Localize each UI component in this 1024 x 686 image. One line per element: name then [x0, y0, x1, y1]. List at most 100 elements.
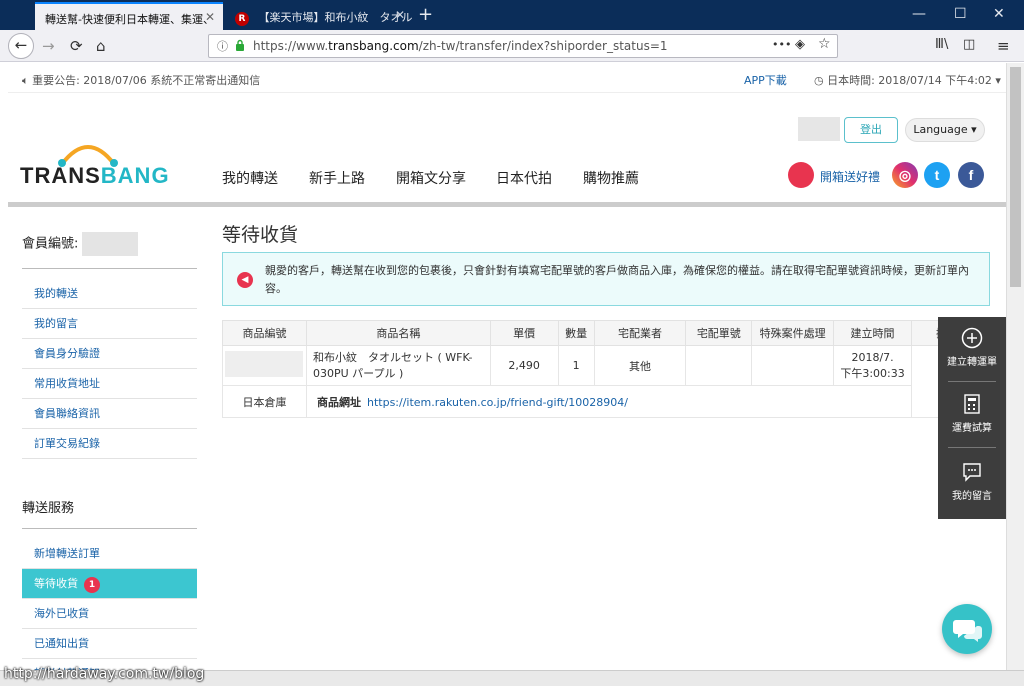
product-name-cell: 和布小紋 タオルセット ( WFK-030PU パープル ) — [305, 345, 491, 386]
nav-unboxing[interactable]: 開箱文分享 — [396, 168, 466, 188]
browser-tab-rakuten[interactable]: R 【楽天市場】和布小紋 タオル‌セ ✕ — [225, 2, 413, 30]
member-id-redacted — [82, 232, 139, 256]
sidebar-item-addresses[interactable]: 常用收貨地址 — [22, 369, 197, 399]
close-tab-icon[interactable]: ✕ — [395, 8, 405, 22]
sidebar-item-received[interactable]: 海外已收貨 — [22, 599, 197, 629]
chat-button[interactable] — [942, 604, 992, 654]
my-messages-label: 我的留言 — [952, 491, 992, 502]
nav-shopping[interactable]: 購物推薦 — [583, 168, 639, 188]
notice-text: 親愛的客戶，轉送幫在收到您的包裹後，只會針對有填寫宅配單號的客戶做商品入庫，為確… — [265, 264, 969, 295]
announcement-bar: 🔈︎ 重要公告: 2018/07/06 系統不正常寄出通知信 APP下載 ◷ 日… — [8, 63, 1006, 93]
url-text: https://www.transbang.com/zh-tw/transfer… — [253, 39, 668, 53]
clock-icon: ◷ — [814, 74, 824, 87]
created-time: 下午3:00:33 — [840, 366, 905, 380]
sidebar-item-contact-info[interactable]: 會員聯絡資訊 — [22, 399, 197, 429]
sidebar-item-new-order[interactable]: 新增轉送訂單 — [22, 539, 197, 569]
nav-beginner[interactable]: 新手上路 — [309, 168, 365, 188]
speaker-icon: ◀ — [237, 272, 253, 288]
close-tab-icon[interactable]: ✕ — [205, 10, 215, 24]
browser-tab-transbang[interactable]: 轉送幫-快速便利日本轉運、集運、 ✕ — [35, 2, 223, 30]
product-image-placeholder — [225, 351, 304, 377]
sidebar-item-awaiting[interactable]: 等待收貨 1 — [22, 569, 197, 599]
sidebar-item-shipped[interactable]: 已通知出貨 — [22, 629, 197, 659]
arrow-left-icon: ← — [14, 36, 28, 54]
logout-button[interactable]: 登出 — [844, 117, 898, 143]
shipping-calc-label: 運費試算 — [952, 423, 992, 434]
col-header: 數量 — [557, 320, 595, 346]
special-cell — [751, 345, 835, 386]
table-row: 和布小紋 タオルセット ( WFK-030PU パープル ) 2,490 1 其… — [222, 345, 990, 418]
reload-button[interactable]: ⟳ — [70, 37, 83, 55]
calculator-icon — [964, 394, 980, 414]
back-button[interactable]: ← — [8, 33, 34, 59]
product-image-cell — [222, 345, 307, 386]
instagram-icon[interactable]: ◎ — [892, 162, 918, 188]
sidebar-toggle-icon[interactable]: ◫ — [963, 37, 975, 52]
col-header: 特殊案件處理 — [751, 320, 835, 346]
maximize-button[interactable]: ☐ — [954, 6, 967, 22]
gift-icon[interactable] — [788, 162, 814, 188]
sidebar-item-transactions[interactable]: 訂單交易紀錄 — [22, 429, 197, 459]
site-header: TRANSBANG 我的轉送 新手上路 開箱文分享 日本代拍 購物推薦 登出 L… — [8, 93, 1006, 203]
gift-link[interactable]: 開箱送好禮 — [820, 168, 880, 185]
sidebar-item-messages[interactable]: 我的留言 — [22, 309, 197, 339]
member-id-heading: 會員編號: — [22, 222, 197, 269]
chat-bubble-icon — [963, 463, 981, 482]
created-date: 2018/7. — [851, 350, 894, 364]
orders-table: 商品編號 商品名稱 單價 數量 宅配業者 宅配單號 特殊案件處理 建立時間 操作… — [222, 320, 990, 418]
col-header: 商品編號 — [222, 320, 307, 346]
panel-divider — [948, 381, 996, 382]
product-url-cell: 商品網址 https://item.rakuten.co.jp/friend-gi… — [305, 385, 913, 418]
vertical-scrollbar[interactable] — [1006, 63, 1024, 671]
blog-watermark: http://hardaway.com.tw/blog — [4, 666, 205, 682]
product-url-label: 商品網址 — [316, 395, 361, 409]
menu-icon[interactable]: ≡ — [997, 37, 1010, 55]
tab-title: 【楽天市場】和布小紋 タオル‌セ — [258, 11, 414, 24]
bookmark-star-icon[interactable]: ☆ — [818, 36, 831, 52]
created-cell: 2018/7. 下午3:00:33 — [833, 345, 913, 386]
sidebar-item-my-transfer[interactable]: 我的轉送 — [22, 279, 197, 309]
address-bar[interactable]: ⓘ https://www.transbang.com/zh-tw/transf… — [208, 34, 838, 58]
floating-action-panel: 建立轉運單 運費試算 我的留言 — [938, 317, 1006, 519]
col-header: 宅配單號 — [685, 320, 753, 346]
language-dropdown[interactable]: Language ▾ — [905, 118, 985, 142]
sidebar-item-verification[interactable]: 會員身分驗證 — [22, 339, 197, 369]
japan-time-dropdown[interactable]: ◷ 日本時間: 2018/07/14 下午4:02 ▾ — [814, 72, 1001, 88]
create-transfer-button[interactable]: 建立轉運單 — [938, 327, 1006, 368]
library-icon[interactable]: Ⅲ\ — [935, 37, 948, 52]
home-button[interactable]: ⌂ — [96, 37, 106, 55]
facebook-icon[interactable]: f — [958, 162, 984, 188]
info-icon[interactable]: ⓘ — [217, 38, 228, 54]
minimize-button[interactable]: — — [912, 6, 926, 22]
close-window-button[interactable]: ✕ — [993, 6, 1005, 22]
forward-button[interactable]: → — [42, 37, 55, 55]
warehouse-cell: 日本倉庫 — [222, 385, 307, 418]
table-header-row: 商品編號 商品名稱 單價 數量 宅配業者 宅配單號 特殊案件處理 建立時間 操作 — [222, 320, 990, 346]
tracking-cell — [685, 345, 753, 386]
shipping-calc-button[interactable]: 運費試算 — [938, 393, 1006, 434]
twitter-icon[interactable]: t — [924, 162, 950, 188]
app-download-link[interactable]: APP下載 — [744, 72, 787, 88]
member-avatar-placeholder — [798, 117, 840, 141]
panel-divider — [948, 447, 996, 448]
announcement-text[interactable]: 🔈︎ 重要公告: 2018/07/06 系統不正常寄出通知信 — [22, 72, 260, 88]
qty-cell: 1 — [557, 345, 595, 386]
carrier-cell: 其他 — [593, 345, 687, 386]
page-actions-icon[interactable]: ••• — [772, 38, 791, 51]
site-logo[interactable]: TRANSBANG — [20, 163, 170, 189]
lock-icon — [236, 39, 244, 51]
product-url-link[interactable]: https://item.rakuten.co.jp/friend-gift/1… — [367, 396, 628, 409]
price-cell: 2,490 — [489, 345, 559, 386]
speaker-icon: 🔈︎ — [22, 74, 29, 87]
browser-tab-bar: 轉送幫-快速便利日本轉運、集運、 ✕ R 【楽天市場】和布小紋 タオル‌セ ✕ … — [0, 0, 1024, 30]
scrollbar-thumb[interactable] — [1010, 67, 1021, 287]
my-messages-button[interactable]: 我的留言 — [938, 461, 1006, 502]
col-header: 單價 — [489, 320, 559, 346]
chat-icon — [953, 620, 982, 642]
nav-my-transfer[interactable]: 我的轉送 — [222, 168, 278, 188]
service-heading: 轉送服務 — [22, 487, 197, 529]
nav-auction-agent[interactable]: 日本代拍 — [496, 168, 552, 188]
col-header: 建立時間 — [833, 320, 913, 346]
pocket-icon[interactable]: ◈ — [795, 37, 805, 52]
new-tab-button[interactable]: + — [418, 4, 433, 25]
